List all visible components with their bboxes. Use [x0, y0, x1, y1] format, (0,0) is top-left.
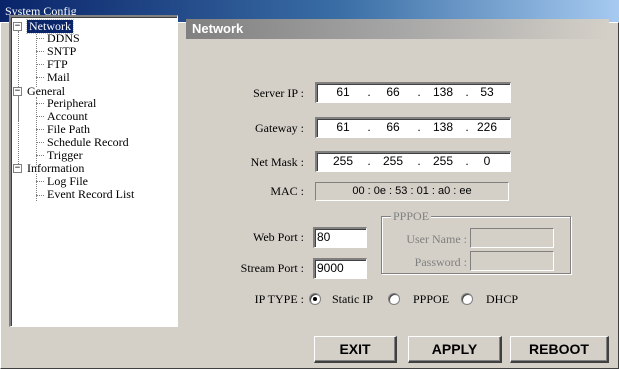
ip-octet[interactable]: 61 [323, 119, 363, 136]
ip-octet[interactable]: 138 [423, 84, 463, 101]
tree-connector [36, 38, 44, 39]
ip-octet[interactable]: 255 [323, 153, 363, 170]
ip-separator: . [367, 85, 371, 99]
pppoe-username-input[interactable] [470, 228, 554, 248]
mac-label: MAC : [270, 184, 304, 198]
netmask-input[interactable]: 255 . 255 . 255 . 0 [315, 151, 511, 172]
tree-connector [36, 97, 37, 167]
pppoe-password-input[interactable] [470, 251, 554, 271]
tree-connector [36, 51, 44, 52]
apply-button[interactable]: APPLY [408, 336, 502, 363]
ip-type-pppoe-label[interactable]: PPPOE [413, 292, 449, 307]
ip-separator: . [417, 154, 421, 168]
tree-connector [18, 95, 19, 168]
tree-label: Mail [47, 70, 70, 84]
ip-octet[interactable]: 66 [373, 84, 413, 101]
server-ip-input[interactable]: 61 . 66 . 138 . 53 [315, 82, 511, 103]
gateway-input[interactable]: 61 . 66 . 138 . 226 [315, 117, 511, 138]
panel-title: Network [186, 19, 609, 39]
tree-connector [36, 174, 37, 201]
ip-type-static-radio[interactable] [309, 293, 321, 305]
ip-type-pppoe-radio[interactable] [388, 293, 400, 305]
reboot-button[interactable]: REBOOT [510, 336, 609, 363]
pppoe-group-title: PPPOE [391, 209, 432, 223]
tree-connector [36, 142, 44, 143]
ip-octet[interactable]: 255 [373, 153, 413, 170]
ip-octet[interactable]: 255 [423, 153, 463, 170]
config-tree[interactable]: − Network DDNS SNTP FTP Mail − General P… [9, 15, 178, 327]
tree-connector [36, 116, 44, 117]
tree-connector [36, 77, 44, 78]
mac-address-field: 00 : 0e : 53 : 01 : a0 : ee [315, 182, 509, 201]
ip-octet[interactable]: 226 [467, 119, 507, 136]
ip-octet[interactable]: 138 [423, 119, 463, 136]
netmask-label: Net Mask : [250, 155, 304, 169]
tree-connector [36, 103, 44, 104]
ip-separator: . [417, 120, 421, 134]
tree-label: Event Record List [47, 187, 135, 201]
tree-connector [36, 195, 44, 196]
ip-separator: . [367, 120, 371, 134]
collapse-icon[interactable]: − [13, 164, 22, 173]
radio-selected-dot [313, 297, 317, 301]
ip-octet[interactable]: 0 [467, 153, 507, 170]
pppoe-password-label: Password : [414, 255, 467, 269]
ip-type-label: IP TYPE : [254, 292, 304, 306]
ip-type-dhcp-label[interactable]: DHCP [486, 292, 518, 307]
tree-connector [36, 64, 44, 65]
pppoe-username-label: User Name : [406, 232, 467, 246]
tree-connector [36, 129, 44, 130]
tree-connector [36, 155, 44, 156]
ip-separator: . [367, 154, 371, 168]
ip-separator: . [417, 85, 421, 99]
stream-port-input[interactable]: 9000 [313, 258, 367, 279]
collapse-icon[interactable]: − [13, 22, 22, 31]
web-port-input[interactable]: 80 [313, 227, 367, 248]
ip-octet[interactable]: 61 [323, 84, 363, 101]
ip-octet[interactable]: 53 [467, 84, 507, 101]
stream-port-label: Stream Port : [240, 261, 304, 275]
tree-connector [36, 181, 44, 182]
web-port-label: Web Port : [252, 230, 304, 244]
exit-button[interactable]: EXIT [314, 336, 397, 363]
ip-octet[interactable]: 66 [373, 119, 413, 136]
ip-type-dhcp-radio[interactable] [461, 293, 473, 305]
gateway-label: Gateway : [255, 121, 304, 135]
tree-connector [36, 31, 37, 87]
server-ip-label: Server IP : [253, 86, 304, 100]
ip-type-static-label[interactable]: Static IP [332, 292, 373, 307]
